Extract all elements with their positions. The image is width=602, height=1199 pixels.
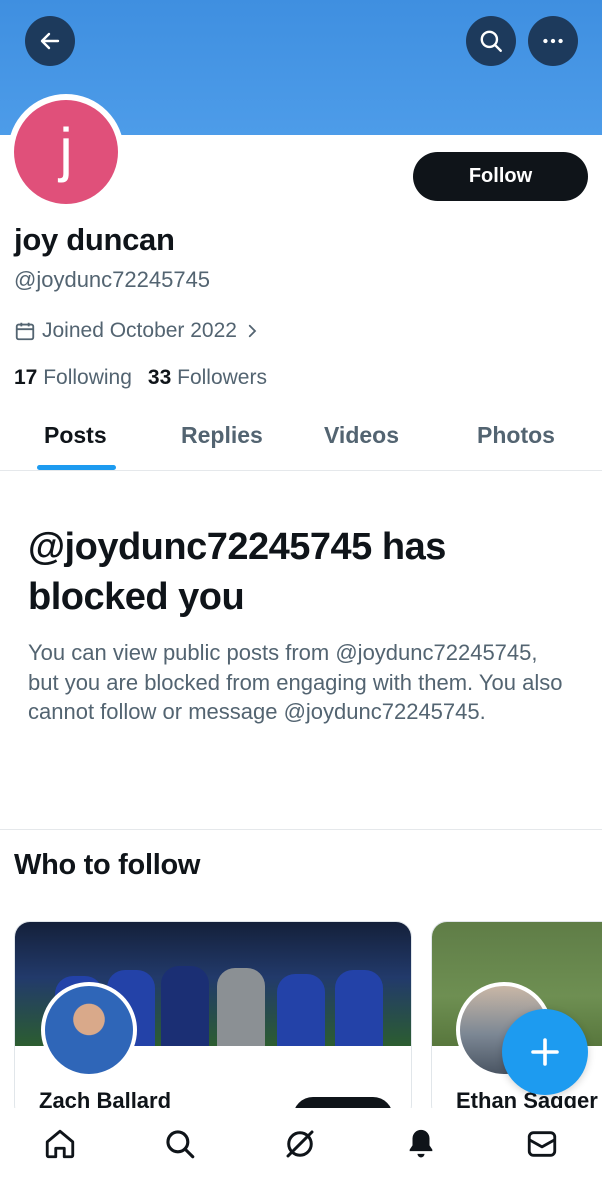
grok-icon bbox=[286, 1130, 314, 1158]
search-icon bbox=[166, 1130, 195, 1159]
nav-home[interactable] bbox=[40, 1124, 80, 1164]
tab-videos[interactable]: Videos bbox=[324, 422, 399, 449]
following-link[interactable]: 17 Following bbox=[14, 366, 132, 390]
nav-search[interactable] bbox=[160, 1124, 200, 1164]
blocked-message: You can view public posts from @joydunc7… bbox=[28, 640, 563, 724]
banner-figure bbox=[277, 974, 325, 1046]
section-divider bbox=[0, 829, 602, 830]
suggested-user-card[interactable]: Zach Ballard bbox=[14, 921, 412, 1121]
tab-replies[interactable]: Replies bbox=[181, 422, 263, 449]
chevron-right-icon bbox=[248, 324, 257, 338]
nav-grok[interactable] bbox=[280, 1124, 320, 1164]
banner-figure bbox=[161, 966, 209, 1046]
profile-tabs: Posts Replies Videos Photos bbox=[0, 404, 602, 471]
active-tab-indicator bbox=[37, 465, 116, 470]
profile-avatar-ring: j bbox=[8, 94, 124, 210]
calendar-icon bbox=[15, 322, 35, 341]
joined-date[interactable]: Joined October 2022 bbox=[14, 319, 261, 343]
profile-handle: @joydunc72245745 bbox=[14, 267, 211, 292]
blocked-title: @joydunc72245745 has blocked you bbox=[28, 526, 446, 618]
notifications-icon bbox=[409, 1129, 433, 1158]
search-icon bbox=[480, 30, 502, 52]
followers-link[interactable]: 33 Followers bbox=[148, 366, 267, 390]
more-icon bbox=[543, 38, 563, 44]
avatar[interactable]: j bbox=[14, 100, 118, 204]
messages-icon bbox=[527, 1131, 557, 1157]
nav-messages[interactable] bbox=[522, 1124, 562, 1164]
plus-icon bbox=[531, 1038, 559, 1066]
nav-notifications[interactable] bbox=[401, 1124, 441, 1164]
follow-button[interactable]: Follow bbox=[413, 152, 588, 201]
tab-posts[interactable]: Posts bbox=[44, 422, 107, 449]
search-button[interactable] bbox=[466, 16, 516, 66]
banner-figure bbox=[335, 970, 383, 1046]
follow-stats: 17 Following 33 Followers bbox=[14, 366, 267, 390]
tab-photos[interactable]: Photos bbox=[477, 422, 555, 449]
following-label: Following bbox=[43, 366, 132, 389]
back-button[interactable] bbox=[25, 16, 75, 66]
profile-name: joy duncan bbox=[14, 222, 175, 257]
joined-text: Joined October 2022 bbox=[42, 319, 237, 342]
following-count: 17 bbox=[14, 366, 38, 389]
suggested-user-avatar bbox=[41, 982, 137, 1078]
who-to-follow-title: Who to follow bbox=[14, 849, 201, 881]
more-button[interactable] bbox=[528, 16, 578, 66]
compose-post-button[interactable] bbox=[502, 1009, 588, 1095]
home-icon bbox=[45, 1129, 75, 1159]
followers-count: 33 bbox=[147, 366, 172, 389]
arrow-left-icon bbox=[40, 32, 60, 50]
banner-figure bbox=[217, 968, 265, 1046]
followers-label: Followers bbox=[177, 366, 267, 389]
